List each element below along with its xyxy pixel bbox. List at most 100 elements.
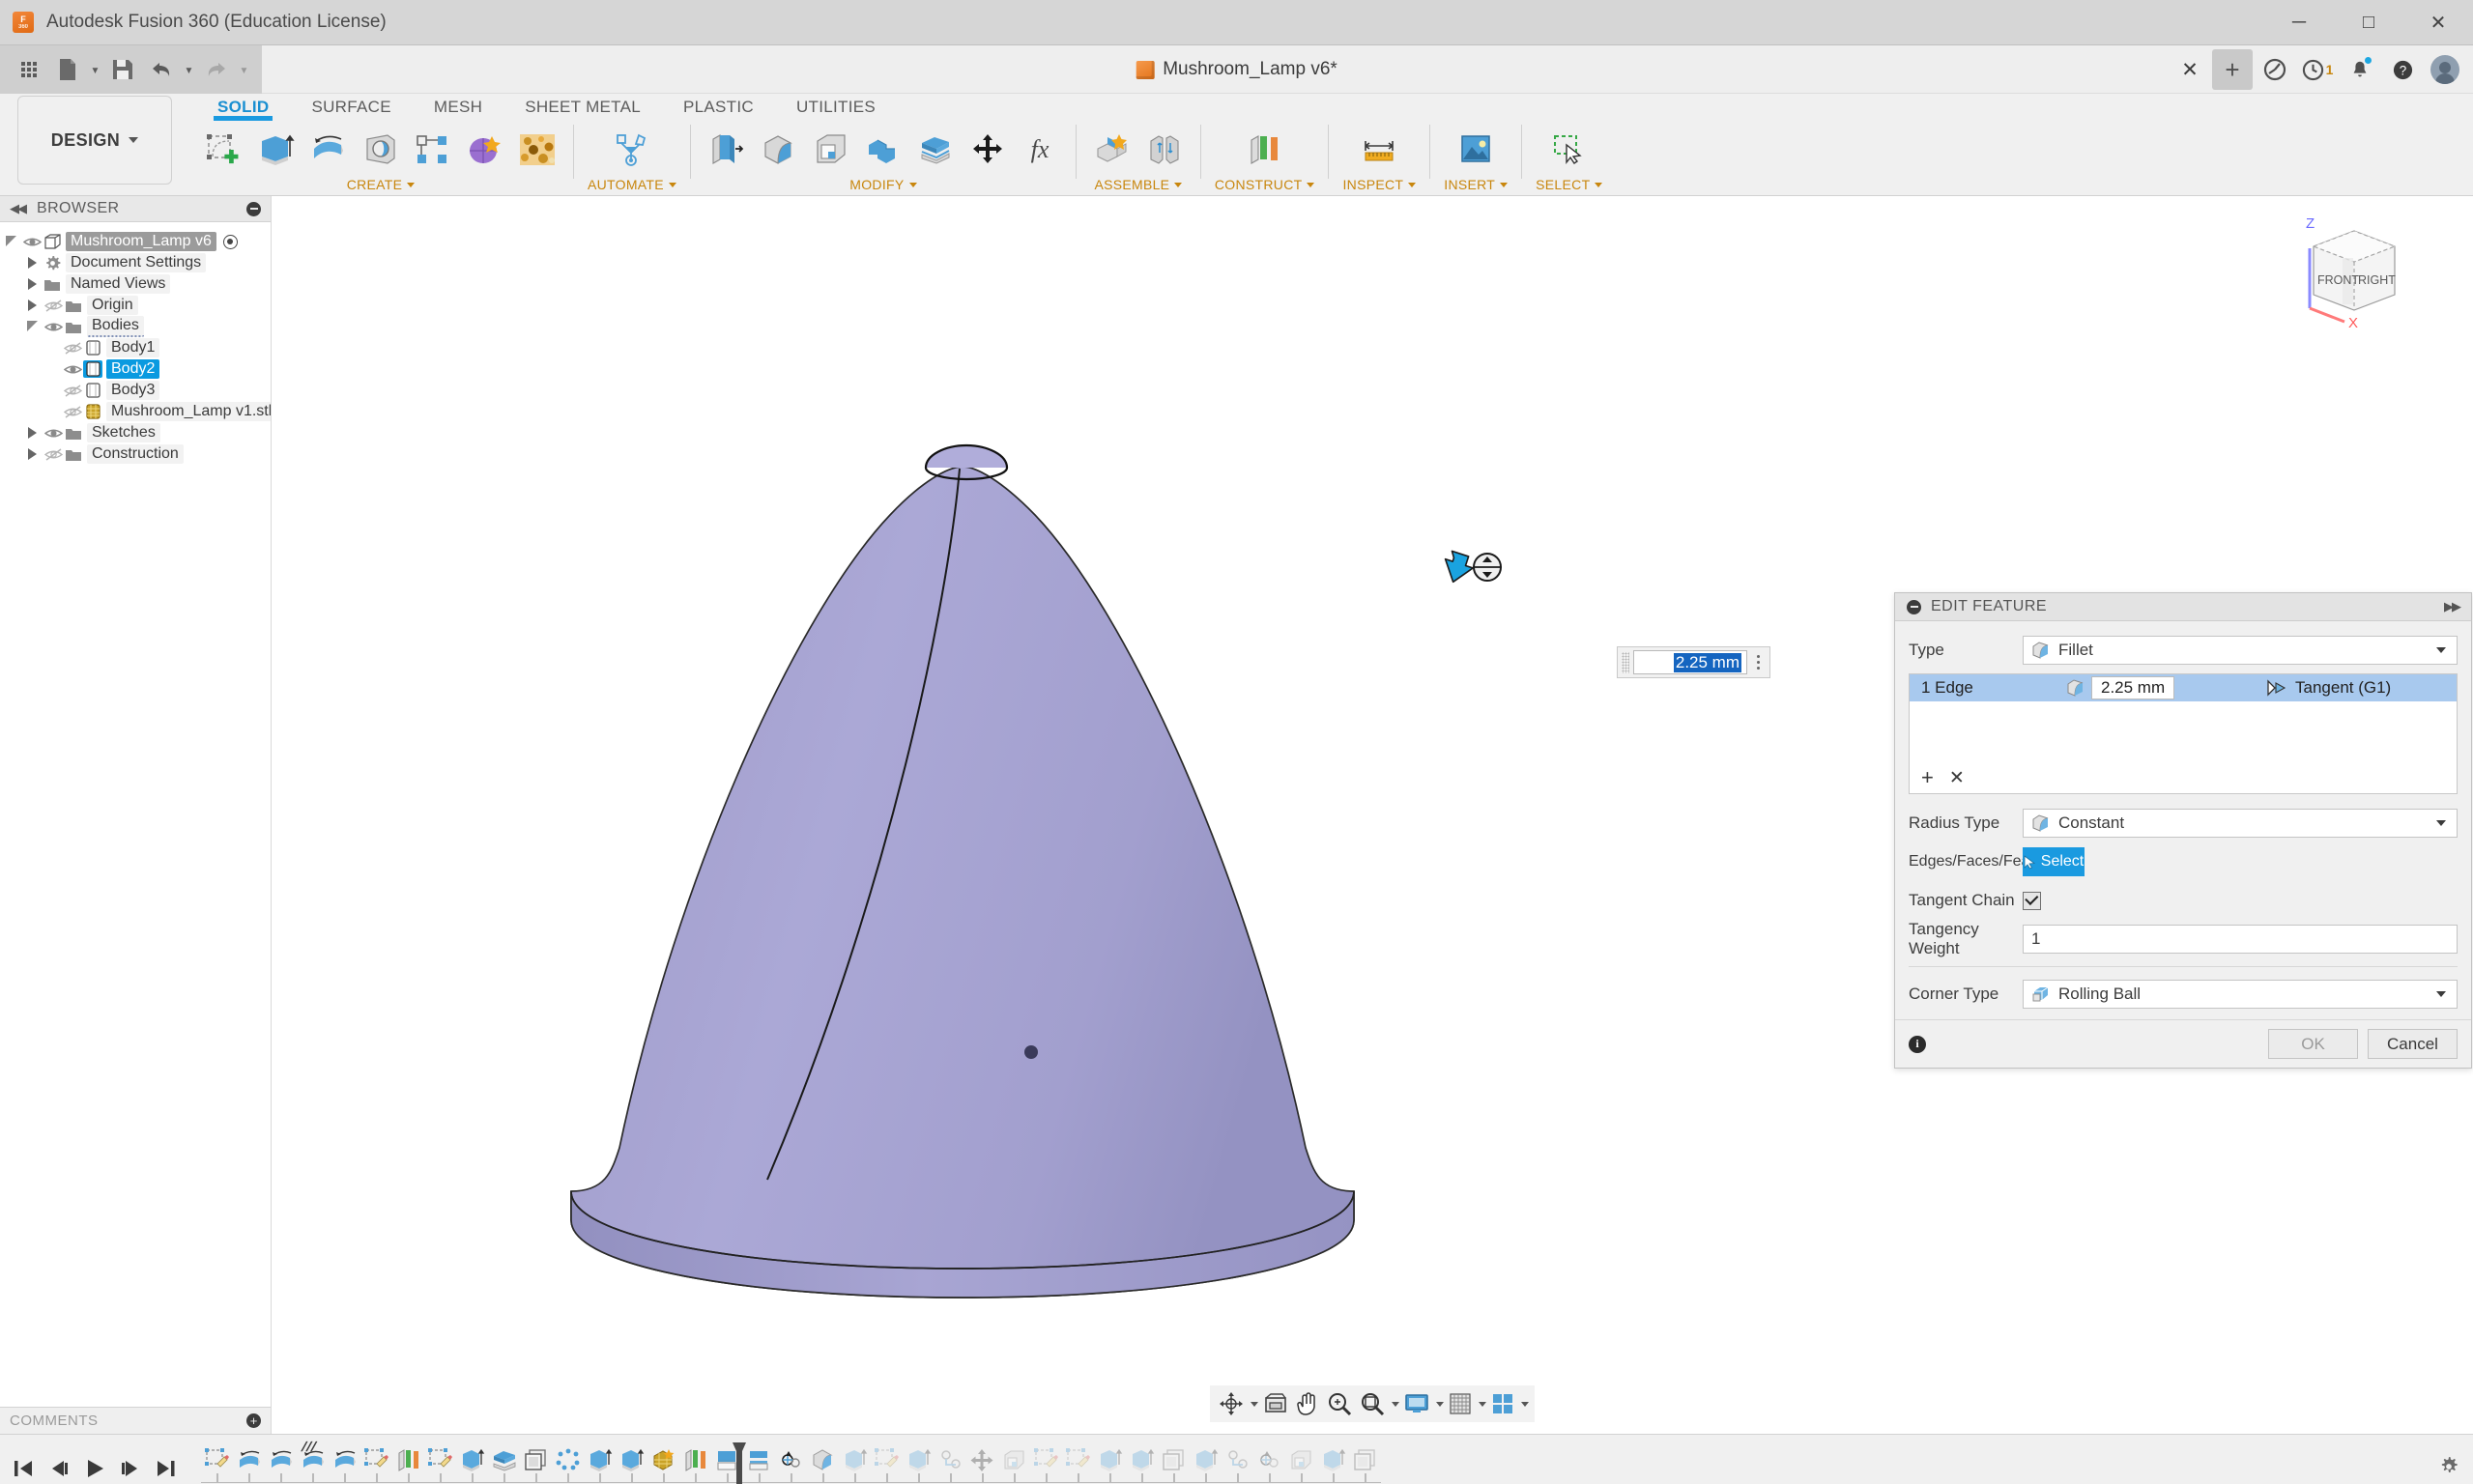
timeline-feature-pattern-icon[interactable] bbox=[552, 1441, 584, 1479]
new-tab-button[interactable]: + bbox=[2212, 49, 2253, 90]
undo-icon[interactable] bbox=[142, 50, 181, 89]
timeline-feature-sketch-icon[interactable] bbox=[424, 1441, 456, 1479]
radius-value-editor[interactable]: 2.25 mm bbox=[1617, 646, 1770, 678]
timeline-feature-move-icon[interactable] bbox=[775, 1441, 807, 1479]
orbit-caret-icon[interactable] bbox=[1251, 1402, 1258, 1407]
help-icon[interactable]: ? bbox=[2382, 49, 2423, 90]
zoom-icon[interactable] bbox=[1324, 1388, 1355, 1419]
collapse-left-icon[interactable]: ◀◀ bbox=[10, 201, 25, 216]
minus-circle-icon[interactable] bbox=[1907, 600, 1921, 614]
tree-item-mesh-body[interactable]: Mushroom_Lamp v1.stl (pattern) bbox=[0, 401, 271, 422]
expand-arrow-icon[interactable] bbox=[21, 322, 43, 332]
radius-type-select[interactable]: Constant bbox=[2023, 809, 2458, 838]
chevron-down-icon[interactable] bbox=[1307, 183, 1314, 187]
visibility-eye-off-icon[interactable] bbox=[43, 297, 64, 314]
visibility-eye-off-icon[interactable] bbox=[62, 403, 83, 420]
combine-icon[interactable] bbox=[861, 128, 906, 172]
viewports-icon[interactable] bbox=[1488, 1388, 1517, 1419]
press-pull-icon[interactable] bbox=[705, 128, 749, 172]
view-cube[interactable]: Z X FRONT RIGHT bbox=[2294, 214, 2420, 329]
chevron-down-icon[interactable] bbox=[669, 183, 676, 187]
extrude-icon[interactable] bbox=[254, 128, 299, 172]
timeline-features[interactable]: /// bbox=[201, 1441, 2473, 1484]
move-copy-icon[interactable] bbox=[965, 128, 1010, 172]
new-document-caret-icon[interactable]: ▼ bbox=[87, 50, 103, 89]
undo-caret-icon[interactable]: ▼ bbox=[181, 50, 197, 89]
expand-arrow-icon[interactable] bbox=[21, 427, 43, 439]
chevron-down-icon[interactable] bbox=[1174, 183, 1182, 187]
expand-arrow-icon[interactable] bbox=[21, 278, 43, 290]
pan-icon[interactable] bbox=[1293, 1388, 1322, 1419]
drag-arrow-handle[interactable] bbox=[1437, 550, 1505, 600]
chevron-down-icon[interactable] bbox=[407, 183, 415, 187]
timeline-feature-fillet-icon[interactable] bbox=[807, 1441, 839, 1479]
offset-face-icon[interactable] bbox=[913, 128, 958, 172]
timeline-feature-copy-icon[interactable] bbox=[520, 1441, 552, 1479]
change-parameters-icon[interactable]: fx bbox=[1018, 128, 1062, 172]
timeline-feature-extrude-icon[interactable] bbox=[584, 1441, 616, 1479]
expand-arrow-icon[interactable] bbox=[21, 448, 43, 460]
viewport-canvas[interactable]: 2.25 mm Z X FRONT RIGHT bbox=[272, 196, 2473, 1434]
bell-icon[interactable] bbox=[2340, 49, 2380, 90]
tree-item-document-settings[interactable]: Document Settings bbox=[0, 252, 271, 273]
tab-utilities[interactable]: UTILITIES bbox=[775, 98, 897, 121]
timeline-feature-extrude-icon[interactable] bbox=[1094, 1441, 1126, 1479]
drag-grip-icon[interactable] bbox=[1622, 652, 1629, 673]
tree-item-sketches[interactable]: Sketches bbox=[0, 422, 271, 443]
add-edge-button[interactable]: + bbox=[1921, 765, 1934, 790]
chevron-down-icon[interactable] bbox=[2436, 991, 2446, 997]
more-options-icon[interactable] bbox=[1751, 655, 1766, 670]
timeline-feature-extrude-icon[interactable] bbox=[616, 1441, 647, 1479]
grid-snaps-icon[interactable] bbox=[1446, 1388, 1475, 1419]
fit-caret-icon[interactable] bbox=[1392, 1402, 1399, 1407]
chevron-down-icon[interactable] bbox=[1500, 183, 1508, 187]
document-tab[interactable]: Mushroom_Lamp v6* bbox=[1136, 45, 1337, 94]
timeline-feature-revolve-icon[interactable] bbox=[265, 1441, 297, 1479]
tree-item-body2[interactable]: Body2 bbox=[0, 358, 271, 380]
viewports-caret-icon[interactable] bbox=[1521, 1402, 1529, 1407]
sweep-icon[interactable] bbox=[359, 128, 403, 172]
save-icon[interactable] bbox=[103, 50, 142, 89]
fillet-icon[interactable] bbox=[757, 128, 801, 172]
select-button[interactable]: Select bbox=[2023, 847, 2085, 876]
minus-circle-icon[interactable] bbox=[246, 202, 261, 216]
form-icon[interactable] bbox=[463, 128, 507, 172]
tree-item-named-views[interactable]: Named Views bbox=[0, 273, 271, 295]
grid-snaps-caret-icon[interactable] bbox=[1479, 1402, 1486, 1407]
close-window-button[interactable]: ✕ bbox=[2403, 0, 2473, 45]
timeline-feature-extrude-icon[interactable] bbox=[456, 1441, 488, 1479]
corner-type-select[interactable]: Rolling Ball bbox=[2023, 980, 2458, 1009]
pattern-icon[interactable] bbox=[411, 128, 455, 172]
visibility-eye-off-icon[interactable] bbox=[43, 445, 64, 463]
tree-item-origin[interactable]: Origin bbox=[0, 295, 271, 316]
revolve-icon[interactable] bbox=[306, 128, 351, 172]
tab-surface[interactable]: SURFACE bbox=[290, 98, 412, 121]
timeline-feature-sketch-icon[interactable] bbox=[1030, 1441, 1062, 1479]
display-settings-caret-icon[interactable] bbox=[1436, 1402, 1444, 1407]
tangency-weight-input[interactable]: 1 bbox=[2023, 925, 2458, 954]
play-icon[interactable] bbox=[81, 1454, 108, 1483]
info-icon[interactable]: i bbox=[1909, 1036, 1926, 1053]
timeline-feature-copy-icon[interactable] bbox=[1158, 1441, 1190, 1479]
automate-icon[interactable] bbox=[610, 128, 654, 172]
orbit-icon[interactable] bbox=[1216, 1388, 1247, 1419]
visibility-eye-icon[interactable] bbox=[62, 360, 83, 378]
tree-item-bodies[interactable]: Bodies bbox=[0, 316, 271, 337]
tree-item-body3[interactable]: Body3 bbox=[0, 380, 271, 401]
timeline-feature-extrude-icon[interactable] bbox=[1317, 1441, 1349, 1479]
timeline-feature-split-icon[interactable] bbox=[711, 1441, 743, 1479]
step-forward-icon[interactable] bbox=[117, 1454, 144, 1483]
tab-plastic[interactable]: PLASTIC bbox=[662, 98, 775, 121]
measure-icon[interactable] bbox=[1357, 128, 1401, 172]
edge-list[interactable]: 1 Edge 2.25 mm Tangent (G1) + ✕ bbox=[1909, 673, 2458, 794]
expand-arrow-icon[interactable] bbox=[0, 237, 21, 247]
activate-component-radio[interactable] bbox=[223, 235, 238, 249]
new-document-icon[interactable] bbox=[48, 50, 87, 89]
chevron-down-icon[interactable] bbox=[1408, 183, 1416, 187]
timeline-feature-joint-icon[interactable] bbox=[935, 1441, 966, 1479]
timeline-feature-move-copy-icon[interactable] bbox=[966, 1441, 998, 1479]
timeline-feature-thicken-icon[interactable] bbox=[488, 1441, 520, 1479]
timeline-feature-move-icon[interactable] bbox=[1253, 1441, 1285, 1479]
cancel-button[interactable]: Cancel bbox=[2368, 1029, 2458, 1059]
minimize-button[interactable]: ─ bbox=[2264, 0, 2334, 45]
